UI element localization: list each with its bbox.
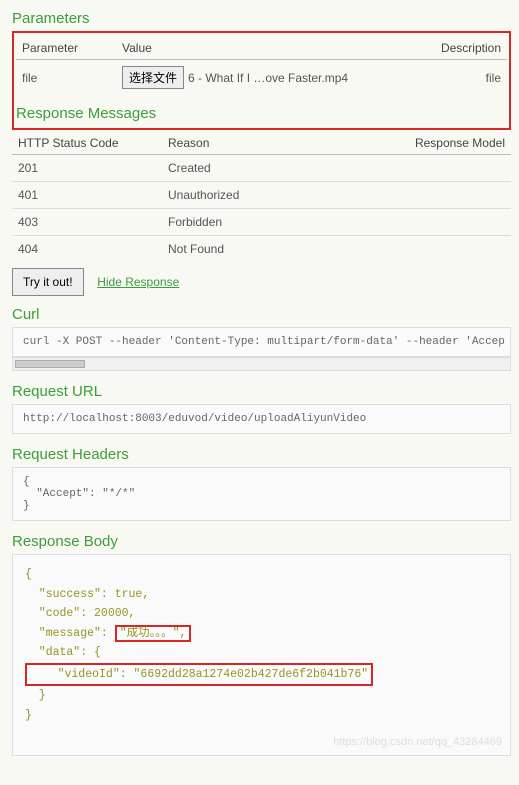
status-code: 404 bbox=[12, 236, 162, 263]
response-messages-table: HTTP Status Code Reason Response Model 2… bbox=[12, 132, 511, 262]
json-line: } bbox=[25, 709, 32, 722]
json-line: "code": 20000, bbox=[25, 607, 135, 620]
param-type: file bbox=[417, 60, 507, 96]
parameters-highlight-box: Parameter Value Description file 选择文件 6 -… bbox=[12, 31, 511, 130]
request-url-block: http://localhost:8003/eduvod/video/uploa… bbox=[12, 404, 511, 434]
hide-response-link[interactable]: Hide Response bbox=[97, 275, 179, 289]
status-reason: Not Found bbox=[162, 236, 391, 263]
response-body-block: { "success": true, "code": 20000, "messa… bbox=[12, 554, 511, 756]
json-line: "success": true, bbox=[25, 588, 149, 601]
col-reason: Reason bbox=[162, 132, 391, 155]
curl-scrollbar[interactable]: ◀ bbox=[12, 357, 511, 371]
json-line: } bbox=[25, 689, 46, 702]
parameters-heading: Parameters bbox=[12, 10, 511, 27]
parameters-table: Parameter Value Description file 选择文件 6 -… bbox=[16, 37, 507, 95]
json-line: { bbox=[25, 568, 32, 581]
status-reason: Forbidden bbox=[162, 209, 391, 236]
try-it-out-button[interactable]: Try it out! bbox=[12, 268, 84, 296]
col-description: Description bbox=[417, 37, 507, 60]
col-response-model: Response Model bbox=[391, 132, 511, 155]
selected-filename: 6 - What If I …ove Faster.mp4 bbox=[188, 71, 348, 85]
param-row-file: file 选择文件 6 - What If I …ove Faster.mp4 f… bbox=[16, 60, 507, 96]
watermark-text: https://blog.csdn.net/qq_43284469 bbox=[333, 733, 502, 752]
status-reason: Created bbox=[162, 155, 391, 182]
status-reason: Unauthorized bbox=[162, 182, 391, 209]
curl-block: curl -X POST --header 'Content-Type: mul… bbox=[12, 327, 511, 357]
col-value: Value bbox=[116, 37, 417, 60]
col-http-code: HTTP Status Code bbox=[12, 132, 162, 155]
status-code: 201 bbox=[12, 155, 162, 182]
json-line: "message": bbox=[25, 627, 115, 640]
json-line: "data": { bbox=[25, 646, 101, 659]
response-body-heading: Response Body bbox=[12, 533, 511, 550]
param-name: file bbox=[16, 60, 116, 96]
response-messages-heading: Response Messages bbox=[16, 105, 507, 122]
curl-heading: Curl bbox=[12, 306, 511, 323]
action-row: Try it out! Hide Response bbox=[12, 268, 511, 296]
request-headers-heading: Request Headers bbox=[12, 446, 511, 463]
table-row: 403Forbidden bbox=[12, 209, 511, 236]
message-highlight: "成功。。。", bbox=[115, 625, 192, 642]
status-code: 401 bbox=[12, 182, 162, 209]
status-code: 403 bbox=[12, 209, 162, 236]
table-row: 404Not Found bbox=[12, 236, 511, 263]
request-url-heading: Request URL bbox=[12, 383, 511, 400]
choose-file-button[interactable]: 选择文件 bbox=[122, 66, 184, 89]
videoid-highlight: "videoId": "6692dd28a1274e02b427de6f2b04… bbox=[25, 663, 373, 687]
param-value-cell: 选择文件 6 - What If I …ove Faster.mp4 bbox=[116, 60, 417, 96]
table-row: 401Unauthorized bbox=[12, 182, 511, 209]
col-parameter: Parameter bbox=[16, 37, 116, 60]
table-row: 201Created bbox=[12, 155, 511, 182]
request-headers-block: { "Accept": "*/*" } bbox=[12, 467, 511, 521]
scrollbar-thumb[interactable] bbox=[15, 360, 85, 368]
